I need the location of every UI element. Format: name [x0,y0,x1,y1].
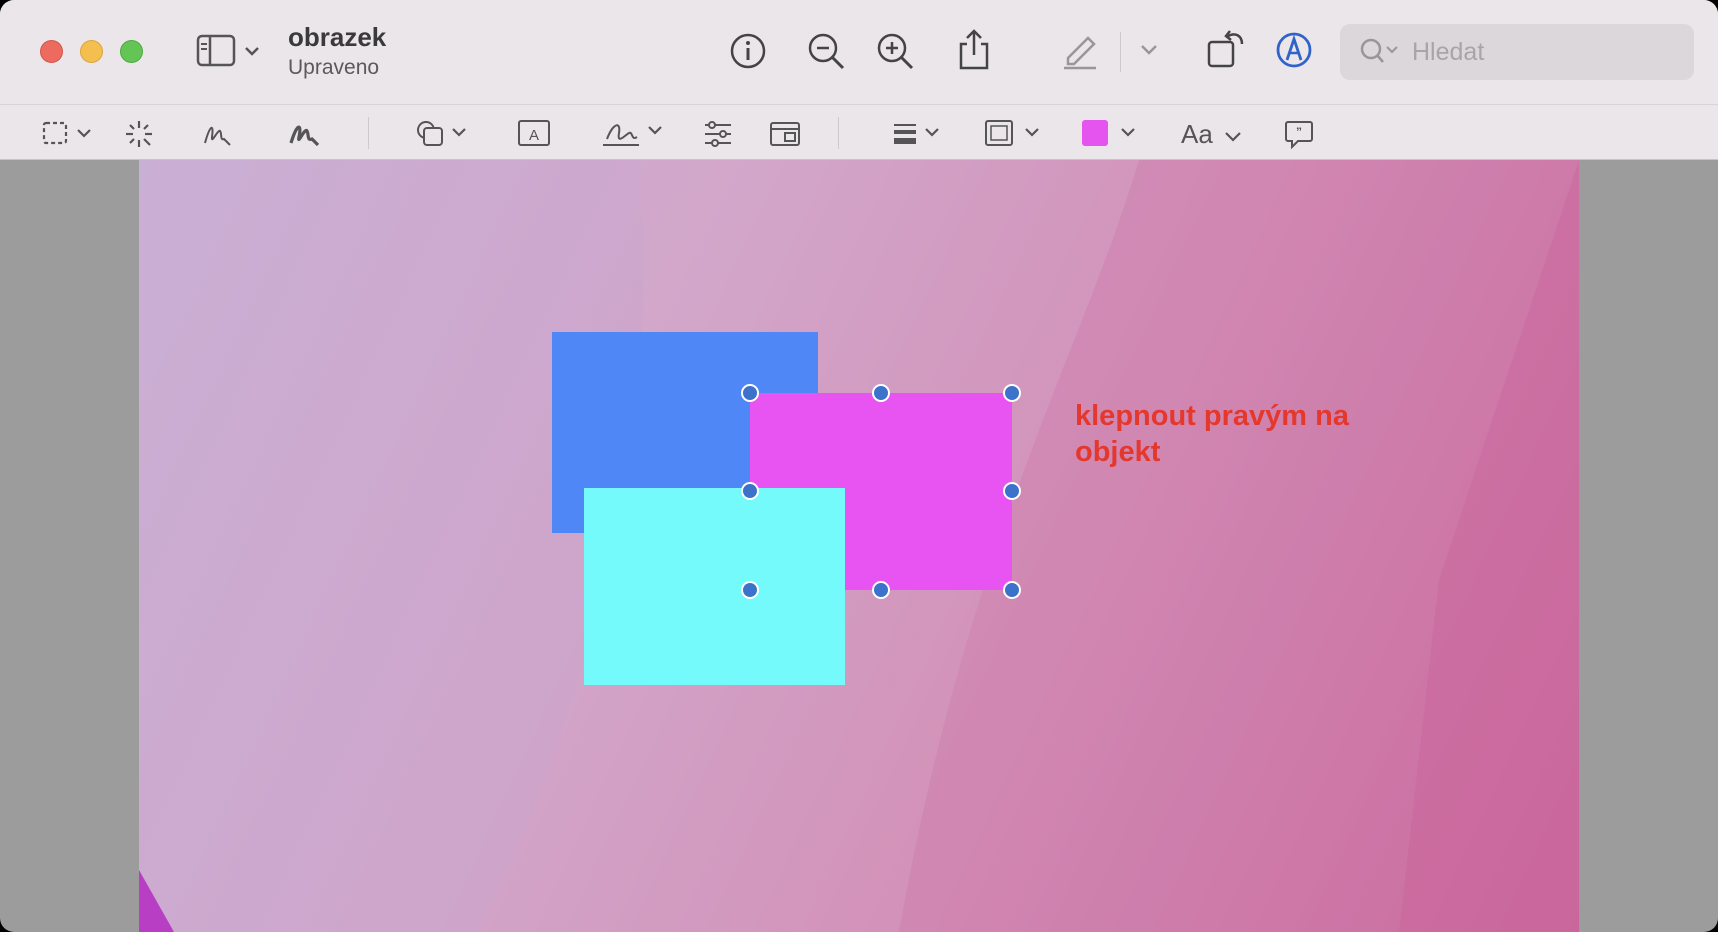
annotation-text: klepnout pravým na objekt [1075,400,1349,468]
resize-handle[interactable] [1003,581,1021,599]
preview-window: obrazek Upraveno Hledat A Aa ” klepnout … [0,0,1718,932]
resize-handle[interactable] [741,482,759,500]
instant-alpha-icon[interactable] [124,119,154,149]
border-color-icon[interactable] [984,119,1042,149]
search-field[interactable]: Hledat [1340,24,1694,80]
document-status: Upraveno [288,56,380,79]
fill-color-icon[interactable] [1080,118,1138,148]
description-icon[interactable]: ” [1284,119,1314,149]
resize-handle[interactable] [872,581,890,599]
cyan-rectangle[interactable] [584,488,845,685]
markup-toolbar: A Aa ” [0,104,1718,160]
draw-icon[interactable] [288,119,320,149]
shapes-icon[interactable] [415,119,471,149]
adjust-color-icon[interactable] [703,121,733,147]
toolbar-divider [838,117,839,149]
resize-handle[interactable] [741,581,759,599]
highlight-pen-icon[interactable] [1060,30,1100,70]
svg-text:”: ” [1296,125,1302,139]
text-style-label: Aa [1181,119,1213,149]
rotate-icon[interactable] [1206,28,1246,70]
minimize-button[interactable] [80,40,103,63]
maximize-button[interactable] [120,40,143,63]
zoom-in-icon[interactable] [876,32,916,72]
search-icon [1360,38,1400,66]
close-button[interactable] [40,40,63,63]
toolbar-divider [1120,32,1121,72]
sidebar-icon[interactable] [196,34,260,70]
text-style-icon[interactable]: Aa [1181,119,1242,150]
document-title: obrazek [288,22,387,52]
image-canvas[interactable]: klepnout pravým na objekt [139,160,1579,932]
zoom-out-icon[interactable] [807,32,847,72]
resize-handle[interactable] [872,384,890,402]
sketch-icon[interactable] [202,119,232,149]
markup-icon[interactable] [1275,31,1313,69]
selection-tool-icon[interactable] [42,121,94,147]
chevron-down-icon[interactable] [1140,44,1158,56]
resize-handle[interactable] [1003,482,1021,500]
resize-handle[interactable] [1003,384,1021,402]
search-placeholder: Hledat [1412,38,1485,66]
svg-text:A: A [529,127,539,144]
info-icon[interactable] [729,32,767,70]
sign-icon[interactable] [601,117,663,151]
share-icon[interactable] [956,28,992,72]
adjust-size-icon[interactable] [769,120,801,148]
text-icon[interactable]: A [517,119,551,147]
shape-style-icon[interactable] [892,121,944,147]
toolbar-divider [368,117,369,149]
title-bar: obrazek Upraveno Hledat [0,0,1718,104]
resize-handle[interactable] [741,384,759,402]
